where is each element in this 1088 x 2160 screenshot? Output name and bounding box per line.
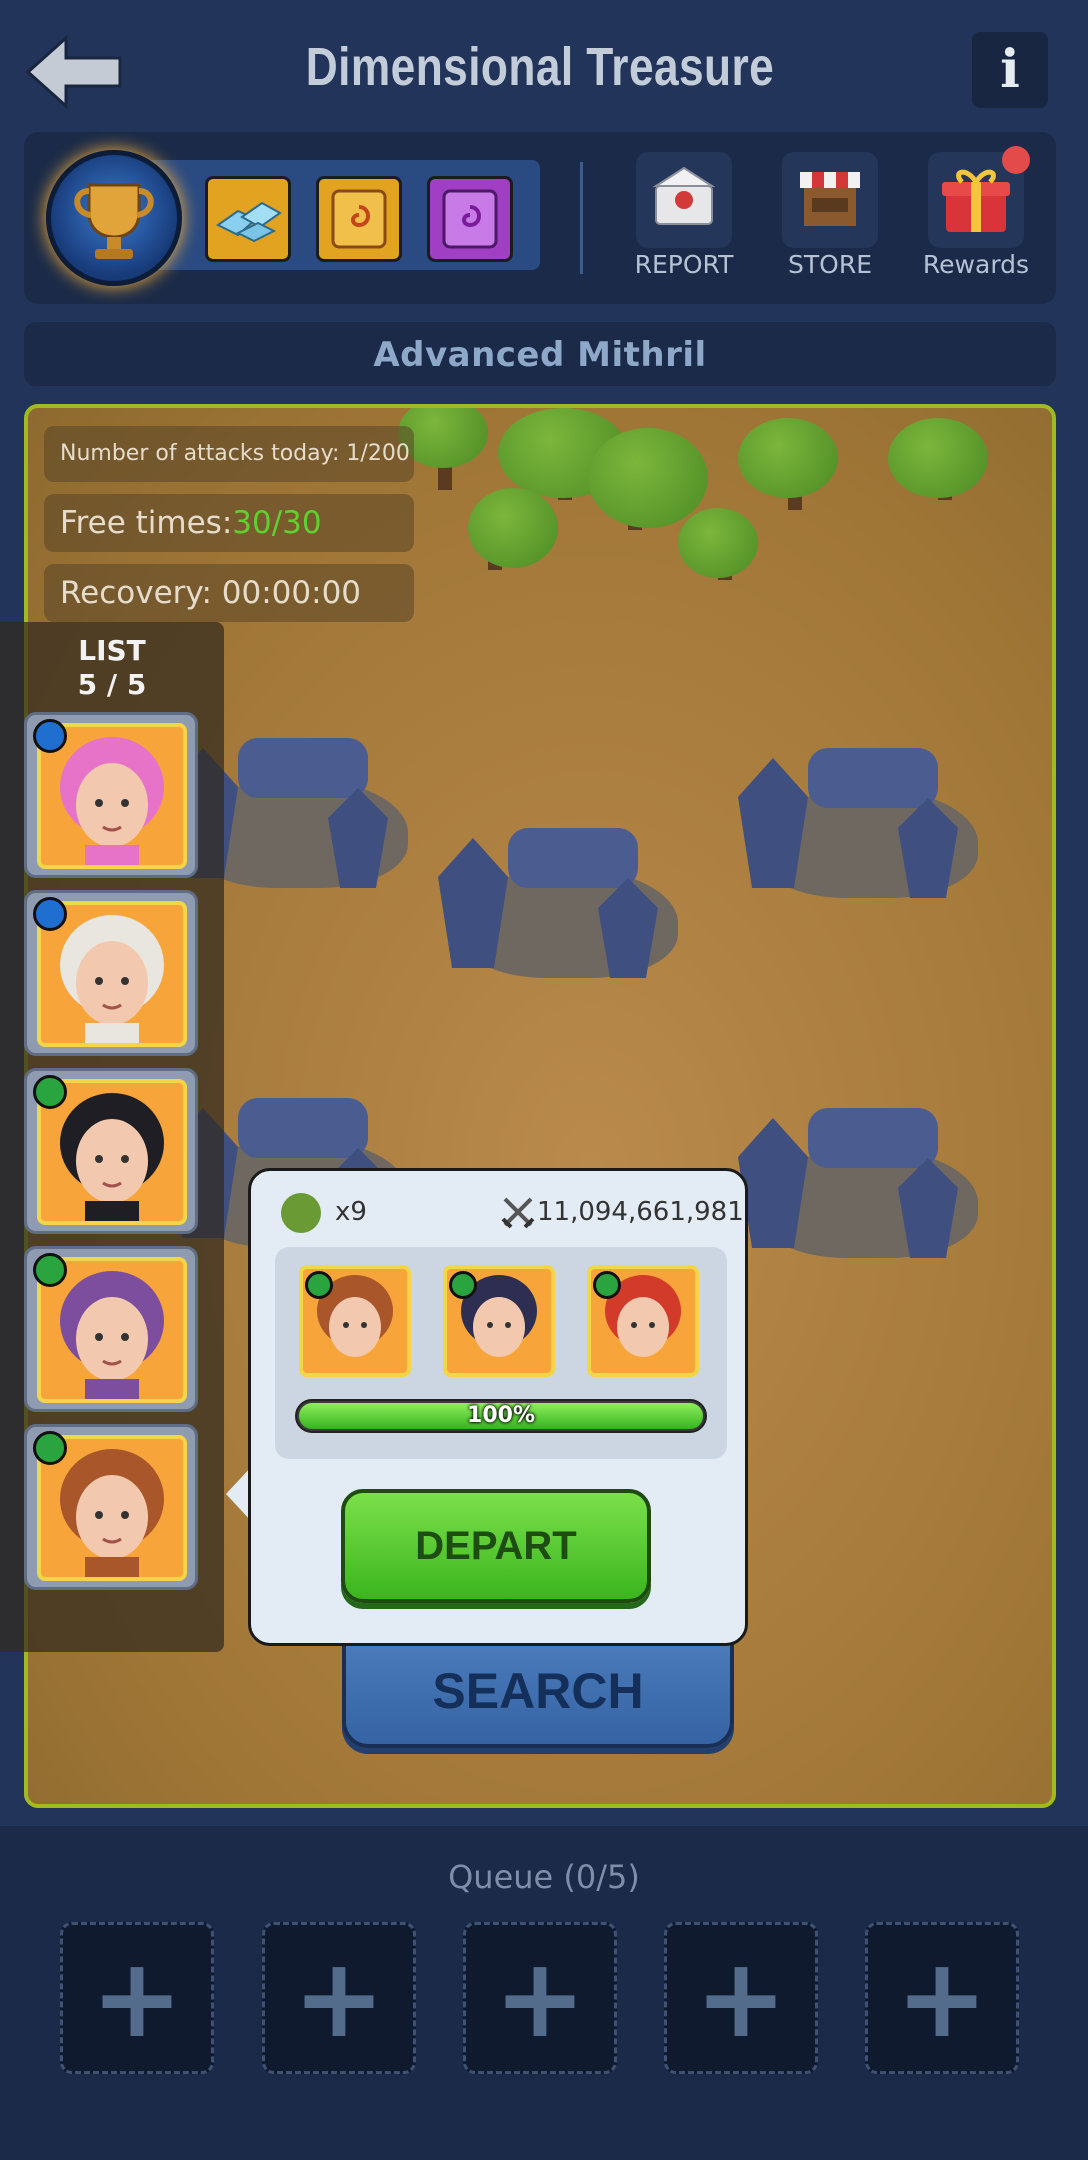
mithril-deposit[interactable] (738, 1108, 998, 1258)
free-times-text: Free times:30/30 (44, 494, 414, 552)
tree (468, 488, 558, 568)
mithril-deposit[interactable] (438, 828, 698, 978)
queue-slot[interactable]: + (262, 1922, 416, 2074)
list-label: LIST (78, 634, 146, 667)
back-arrow-icon[interactable] (26, 34, 122, 110)
tree (678, 508, 758, 578)
plus-icon: + (694, 1934, 788, 2062)
notification-dot (1002, 146, 1030, 174)
team-power: 11,094,661,981 (537, 1197, 744, 1227)
mine-type-label: Advanced Mithril (24, 322, 1056, 386)
list-title: LIST 5 / 5 (0, 634, 224, 702)
info-button[interactable]: i (972, 32, 1048, 108)
troop-icon (281, 1193, 321, 1233)
poison-element-icon (33, 1431, 67, 1465)
report-icon (636, 152, 732, 248)
ore-icon[interactable] (205, 176, 291, 262)
team-hero-portrait[interactable] (299, 1265, 411, 1377)
mithril-deposit[interactable] (738, 748, 998, 898)
free-times-value: 30/30 (232, 505, 322, 541)
page-title: Dimensional Treasure (305, 37, 775, 97)
queue-slot[interactable]: + (60, 1922, 214, 2074)
plus-icon: + (90, 1934, 184, 2062)
purple-scroll-icon[interactable] (427, 176, 513, 262)
plus-icon: + (895, 1934, 989, 2062)
team-progress-bar: 100% (295, 1399, 707, 1433)
report-label: REPORT (634, 250, 734, 279)
trophy-icon[interactable] (46, 150, 182, 286)
team-box: 100% (275, 1247, 727, 1459)
attacks-today-text: Number of attacks today: 1/200 (44, 426, 414, 482)
store-icon (782, 152, 878, 248)
hero-portrait[interactable] (24, 1068, 198, 1234)
tree (588, 428, 708, 528)
hero-portrait[interactable] (24, 890, 198, 1056)
troop-count: x9 (335, 1197, 367, 1227)
team-hero-portrait[interactable] (587, 1265, 699, 1377)
hero-portrait[interactable] (24, 1246, 198, 1412)
tree (738, 418, 838, 498)
poison-element-icon (33, 1075, 67, 1109)
progress-label: 100% (467, 1403, 535, 1428)
free-times-label: Free times: (60, 505, 233, 541)
team-hero-portrait[interactable] (443, 1265, 555, 1377)
store-button[interactable]: STORE (770, 152, 890, 292)
poison-element-icon (593, 1271, 621, 1299)
rewards-label: Rewards (922, 250, 1030, 279)
ice-element-icon (33, 719, 67, 753)
tree (888, 418, 988, 498)
crossed-swords-icon (501, 1197, 535, 1229)
panel-divider (580, 162, 583, 274)
list-count: 5 / 5 (77, 668, 147, 701)
team-popup: x9 11,094,661,981 100% DEPART (248, 1168, 748, 1646)
hero-portrait[interactable] (24, 1424, 198, 1590)
queue-label: Queue (0/5) (448, 1858, 640, 1896)
poison-element-icon (33, 1253, 67, 1287)
queue-slot[interactable]: + (463, 1922, 617, 2074)
poison-element-icon (449, 1271, 477, 1299)
gold-scroll-icon[interactable] (316, 176, 402, 262)
recovery-timer-text: Recovery: 00:00:00 (44, 564, 414, 622)
depart-button[interactable]: DEPART (341, 1489, 651, 1603)
queue-slot[interactable]: + (664, 1922, 818, 2074)
ice-element-icon (33, 897, 67, 931)
plus-icon: + (292, 1934, 386, 2062)
report-button[interactable]: REPORT (624, 152, 744, 292)
poison-element-icon (305, 1271, 333, 1299)
hero-portrait[interactable] (24, 712, 198, 878)
queue-slot[interactable]: + (865, 1922, 1019, 2074)
store-label: STORE (788, 250, 872, 279)
plus-icon: + (493, 1934, 587, 2062)
game-screen: Dimensional Treasure i REPORT STORE Rewa… (0, 0, 1088, 2160)
